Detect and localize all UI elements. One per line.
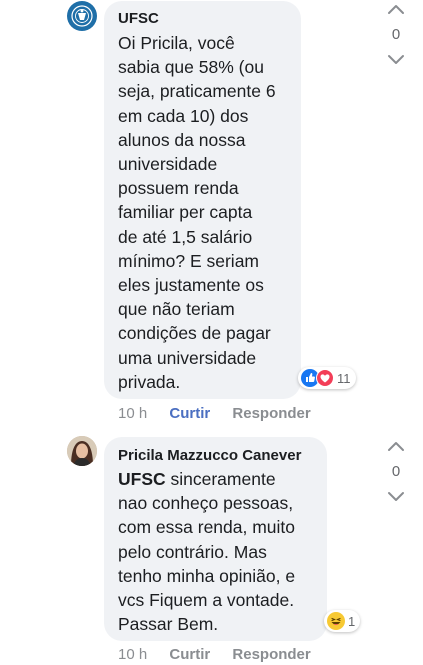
like-link[interactable]: Curtir — [169, 646, 210, 663]
reply-link[interactable]: Responder — [232, 405, 310, 422]
comment-text: Oi Pricila, você sabia que 58% (ou seja,… — [118, 33, 276, 392]
reply-link[interactable]: Responder — [232, 646, 310, 663]
downvote-icon[interactable] — [383, 51, 409, 69]
vote-control: 0 — [383, 437, 409, 506]
reaction-count: 11 — [337, 370, 351, 386]
vote-count: 0 — [391, 26, 401, 43]
user-avatar[interactable] — [67, 436, 97, 466]
reaction-summary[interactable]: 11 — [298, 367, 356, 389]
ufsc-logo-icon — [68, 2, 96, 30]
like-link[interactable]: Curtir — [169, 405, 210, 422]
mention-tag[interactable]: UFSC — [118, 469, 166, 489]
comment-author[interactable]: Pricila Mazzucco Canever — [118, 447, 301, 464]
haha-icon — [327, 612, 345, 630]
ufsc-avatar[interactable] — [67, 1, 97, 31]
comment-body: sinceramente nao conheço pessoas, com es… — [118, 469, 296, 635]
user-avatar-photo — [67, 436, 97, 466]
downvote-icon[interactable] — [383, 488, 409, 506]
reaction-summary[interactable]: 1 — [324, 610, 361, 632]
love-icon — [316, 369, 334, 387]
comment-author[interactable]: UFSC — [118, 10, 159, 27]
vote-control: 0 — [383, 0, 409, 69]
upvote-icon[interactable] — [383, 437, 409, 455]
comment-text: UFSC sinceramente nao conheço pessoas, c… — [118, 467, 323, 636]
comment-meta: 10 h Curtir Responder — [118, 646, 311, 663]
comment-time[interactable]: 10 h — [118, 405, 147, 422]
comment-meta: 10 h Curtir Responder — [118, 405, 311, 422]
reaction-count: 1 — [348, 613, 356, 629]
upvote-icon[interactable] — [383, 0, 409, 18]
comment-time[interactable]: 10 h — [118, 646, 147, 663]
vote-count: 0 — [391, 463, 401, 480]
